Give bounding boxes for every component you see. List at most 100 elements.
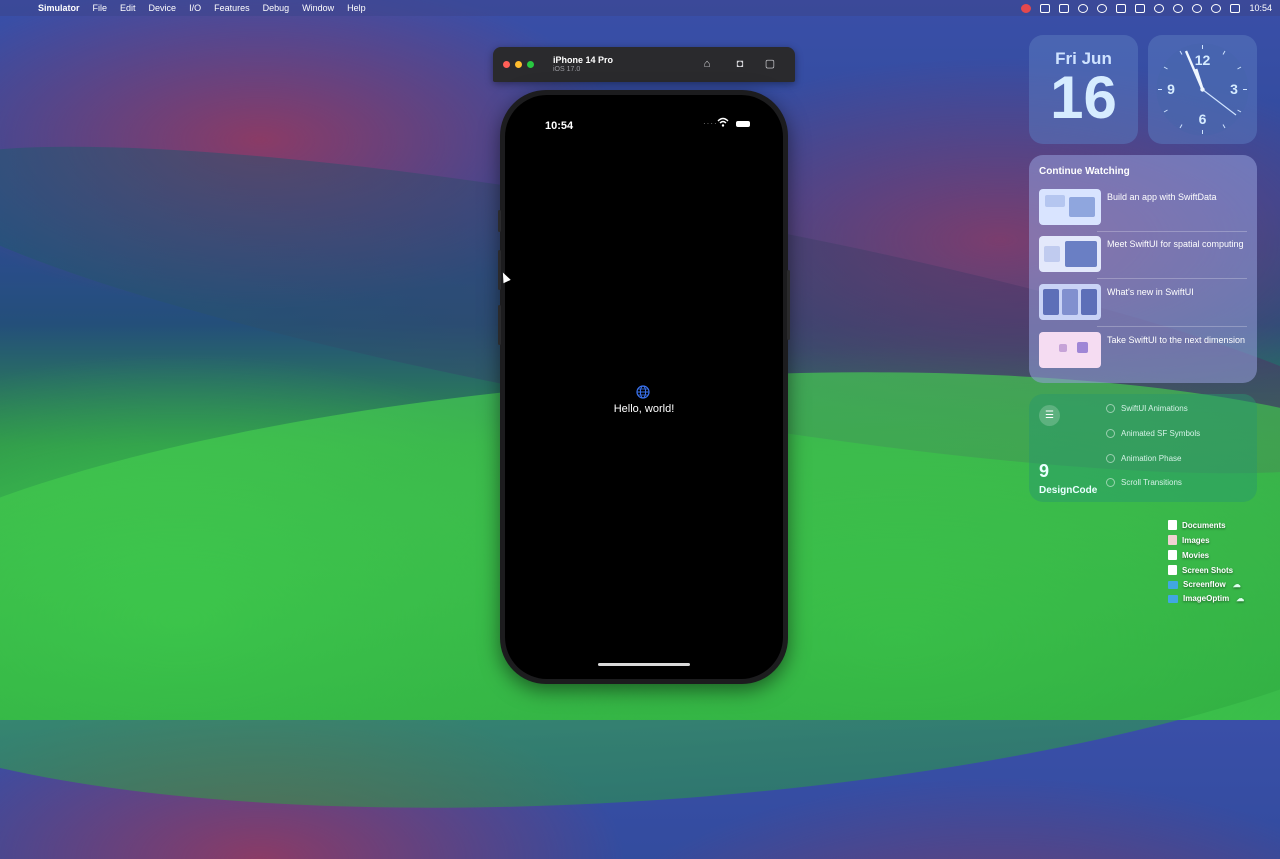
app-icon[interactable] (1078, 3, 1089, 13)
clock-widget[interactable]: 12 3 6 9 (1148, 35, 1257, 144)
list-item[interactable]: Meet SwiftUI for spatial computing (1039, 236, 1249, 274)
checkbox-icon[interactable] (1106, 429, 1115, 439)
clock-numeral-12: 12 (1195, 52, 1211, 68)
divider (1097, 231, 1247, 232)
wifi-icon (717, 117, 729, 130)
divider (1097, 278, 1247, 279)
divider (1097, 326, 1247, 327)
menu-help[interactable]: Help (347, 3, 366, 13)
screenshot-icon[interactable]: ◘ (732, 56, 748, 72)
menu-app-name[interactable]: Simulator (38, 3, 80, 13)
menu-file[interactable]: File (93, 3, 108, 13)
video-title: Take SwiftUI to the next dimension (1107, 335, 1246, 345)
document-icon (1168, 520, 1177, 530)
desktop-item-imageoptim[interactable]: ImageOptim ☁ (1168, 594, 1244, 603)
os-version: iOS 17.0 (553, 66, 581, 73)
notes-icon[interactable] (1040, 3, 1051, 13)
zoom-button[interactable] (527, 61, 534, 68)
tool-icon[interactable] (1059, 3, 1070, 13)
volume-down-button[interactable] (498, 305, 501, 345)
desktop-item-documents[interactable]: Documents (1168, 520, 1226, 530)
video-thumbnail (1039, 284, 1101, 320)
clock-numeral-3: 3 (1230, 81, 1238, 97)
reminder-item[interactable]: Scroll Transitions (1106, 478, 1182, 488)
wifi-icon[interactable] (1173, 3, 1184, 13)
widget-title: Continue Watching (1039, 166, 1130, 177)
reminder-item[interactable]: Animation Phase (1106, 454, 1182, 464)
hello-text: Hello, world! (613, 403, 675, 415)
desktop-item-label: Movies (1182, 550, 1210, 560)
list-item[interactable]: Take SwiftUI to the next dimension (1039, 332, 1249, 370)
display-icon[interactable] (1135, 3, 1146, 13)
date-day-number: 16 (1050, 64, 1117, 131)
image-file-icon (1168, 535, 1177, 545)
designcode-widget[interactable]: ☰ 9 DesignCode SwiftUI Animations Animat… (1029, 394, 1257, 502)
date-widget[interactable]: Fri Jun 16 (1029, 35, 1138, 144)
list-icon[interactable]: ☰ (1039, 405, 1060, 426)
folder-icon (1168, 594, 1178, 603)
list-item[interactable]: What's new in SwiftUI (1039, 284, 1249, 322)
bluetooth-icon[interactable] (1154, 3, 1165, 13)
menu-features[interactable]: Features (214, 3, 250, 13)
menu-edit[interactable]: Edit (120, 3, 136, 13)
status-time: 10:54 (545, 120, 574, 132)
signal-icon: ···· (703, 119, 718, 128)
user-icon[interactable] (1211, 3, 1222, 13)
desktop-item-label: Documents (1182, 520, 1226, 530)
menu-debug[interactable]: Debug (263, 3, 290, 13)
menubar-clock[interactable]: 10:54 (1249, 3, 1272, 13)
action-button[interactable] (498, 210, 501, 232)
device-name: iPhone 14 Pro (553, 55, 614, 65)
record-icon[interactable] (1021, 3, 1032, 13)
list-item[interactable]: Build an app with SwiftData (1039, 189, 1249, 227)
home-indicator[interactable] (598, 663, 690, 666)
reminder-item[interactable]: SwiftUI Animations (1106, 404, 1188, 414)
folder-icon (1168, 580, 1178, 589)
screen-icon[interactable] (1116, 3, 1127, 13)
checkbox-icon[interactable] (1106, 454, 1115, 464)
desktop-item-screenflow[interactable]: Screenflow ☁ (1168, 580, 1241, 589)
video-title: Meet SwiftUI for spatial computing (1107, 239, 1244, 249)
phone-screen[interactable]: 10:54 ···· Hello, world! (505, 95, 783, 679)
iphone-device: 10:54 ···· Hello, world! (498, 90, 790, 684)
video-title: What's new in SwiftUI (1107, 287, 1194, 297)
status-area: 10:54 (1021, 0, 1272, 16)
simulator-titlebar: iPhone 14 Pro iOS 17.0 ⌂ ◘ ▢ (493, 47, 795, 82)
rotate-icon[interactable]: ▢ (762, 56, 778, 72)
menu-window[interactable]: Window (302, 3, 334, 13)
side-button[interactable] (787, 270, 790, 340)
reminder-label: Animation Phase (1121, 454, 1182, 463)
reminder-item[interactable]: Animated SF Symbols (1106, 429, 1201, 439)
battery-icon (736, 121, 750, 127)
volume-up-button[interactable] (498, 250, 501, 290)
desktop-item-label: Images (1182, 535, 1210, 545)
clock-numeral-9: 9 (1167, 81, 1175, 97)
search-icon[interactable] (1192, 3, 1203, 13)
minimize-button[interactable] (515, 61, 522, 68)
video-title: Build an app with SwiftData (1107, 192, 1217, 202)
icloud-icon: ☁ (1232, 580, 1241, 589)
close-button[interactable] (503, 61, 510, 68)
reminder-label: Scroll Transitions (1121, 478, 1182, 487)
menu-io[interactable]: I/O (189, 3, 201, 13)
menu-device[interactable]: Device (149, 3, 177, 13)
reminder-label: SwiftUI Animations (1121, 404, 1188, 413)
desktop-item-movies[interactable]: Movies (1168, 550, 1209, 560)
home-icon[interactable]: ⌂ (699, 56, 715, 72)
control-center-icon[interactable] (1230, 3, 1241, 13)
continue-watching-widget[interactable]: Continue Watching Build an app with Swif… (1029, 155, 1257, 383)
clock-face: 12 3 6 9 (1156, 43, 1249, 136)
video-thumbnail (1039, 189, 1101, 225)
list-name: DesignCode (1039, 485, 1098, 496)
desktop-item-label: Screen Shots (1182, 565, 1234, 575)
checkbox-icon[interactable] (1106, 478, 1115, 488)
video-thumbnail (1039, 332, 1101, 368)
desktop-item-images[interactable]: Images (1168, 535, 1210, 545)
checkbox-icon[interactable] (1106, 404, 1115, 414)
clock-numeral-6: 6 (1199, 111, 1207, 127)
desktop-item-screenshots[interactable]: Screen Shots (1168, 565, 1233, 575)
reminder-label: Animated SF Symbols (1121, 429, 1201, 438)
video-thumbnail (1039, 236, 1101, 272)
play-icon[interactable] (1097, 3, 1108, 13)
reminder-count: 9 (1039, 461, 1050, 481)
